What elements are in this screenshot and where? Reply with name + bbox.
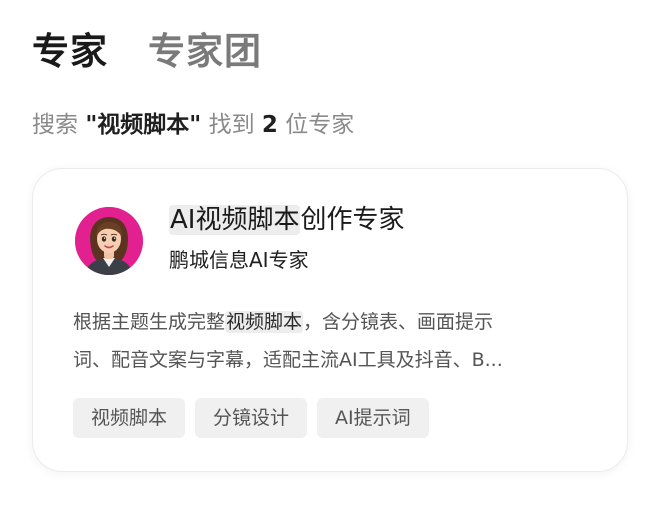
tab-expert-teams[interactable]: 专家团 (148, 28, 262, 76)
search-query: "视频脚本" (85, 112, 202, 138)
description-line-2: 词、配音文案与字幕，适配主流AI工具及抖音、B... (73, 349, 503, 371)
tab-bar: 专家 专家团 (32, 28, 262, 76)
tab-experts[interactable]: 专家 (32, 28, 108, 76)
avatar (75, 207, 143, 275)
tag-ai-prompt[interactable]: AI提示词 (317, 398, 429, 438)
tag-list: 视频脚本 分镜设计 AI提示词 (73, 398, 429, 438)
expert-title: AI视频脚本创作专家 (169, 201, 404, 239)
description-highlight: 视频脚本 (225, 311, 304, 333)
title-highlight: AI视频脚本 (169, 205, 301, 235)
search-summary-middle: 找到 (208, 112, 255, 138)
tag-video-script[interactable]: 视频脚本 (73, 398, 186, 438)
description-line-1: 根据主题生成完整视频脚本，含分镜表、画面提示 (73, 303, 593, 341)
description-text: 根据主题生成完整 (73, 311, 226, 333)
expert-organization: 鹏城信息AI专家 (169, 248, 309, 272)
search-summary-prefix: 搜索 (32, 112, 78, 138)
female-assistant-avatar-icon (75, 207, 143, 275)
title-rest: 创作专家 (300, 205, 405, 235)
expert-description: 根据主题生成完整视频脚本，含分镜表、画面提示 词、配音文案与字幕，适配主流AI工… (73, 303, 593, 379)
tag-storyboard-design[interactable]: 分镜设计 (195, 398, 308, 438)
search-result-summary: 搜索 "视频脚本" 找到 2 位专家 (32, 108, 354, 142)
expert-card[interactable]: AI视频脚本创作专家 鹏城信息AI专家 根据主题生成完整视频脚本，含分镜表、画面… (32, 168, 628, 472)
search-summary-suffix: 位专家 (285, 112, 355, 138)
description-text: ，含分镜表、画面提示 (303, 311, 494, 333)
result-count: 2 (261, 112, 278, 138)
